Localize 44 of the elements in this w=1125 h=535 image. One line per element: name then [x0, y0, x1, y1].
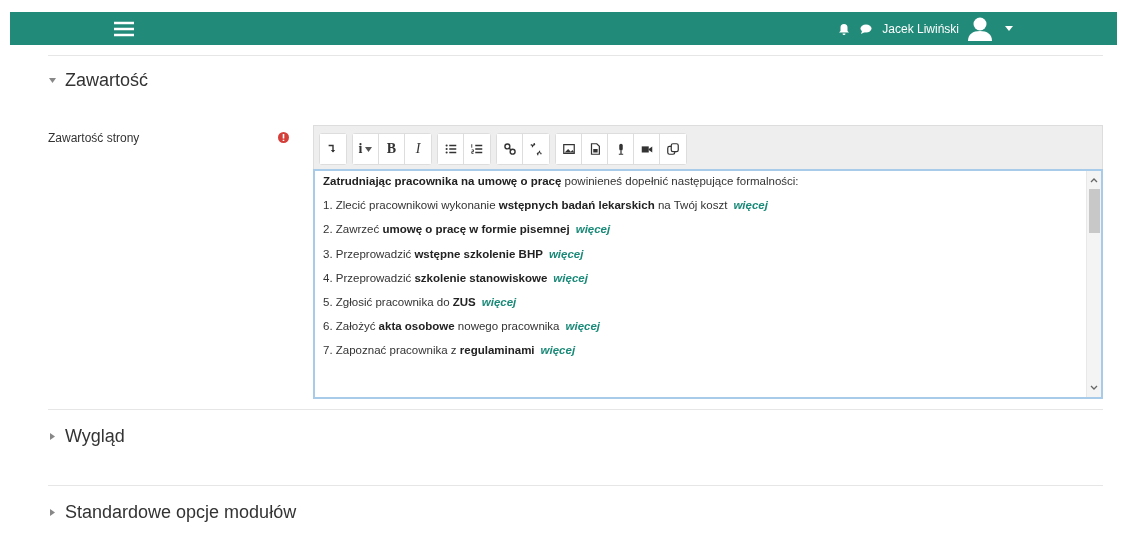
copy-icon	[666, 142, 680, 156]
paragraph: 6. Założyć akta osobowe nowego pracownika więcej	[323, 320, 602, 333]
more-link[interactable]: więcej	[733, 199, 768, 212]
paragraph: 1. Zlecić pracownikowi wykonanie wstępnych badań lekarskich na Twój koszt więcej	[323, 199, 769, 212]
expand-caret-icon[interactable]	[48, 508, 57, 517]
toolbar-button[interactable]	[438, 134, 464, 164]
caret-icon	[365, 146, 373, 152]
user-avatar-icon[interactable]	[967, 15, 993, 42]
bell-icon[interactable]	[838, 22, 851, 35]
caret-icon[interactable]	[1005, 25, 1013, 32]
unlink-icon	[529, 142, 543, 156]
collapse-caret-icon[interactable]	[48, 76, 57, 85]
section-title[interactable]: Wygląd	[65, 426, 125, 447]
scroll-up-icon[interactable]	[1090, 177, 1098, 183]
user-name[interactable]: Jacek Liwiński	[882, 21, 959, 36]
numbered-list-icon	[470, 142, 484, 156]
chat-icon[interactable]	[860, 22, 873, 35]
paragraph: Zatrudniając pracownika na umowę o pracę powinieneś dopełnić następujące formalności:	[323, 175, 800, 187]
more-link[interactable]: więcej	[553, 271, 588, 284]
expand-caret-icon[interactable]	[48, 432, 57, 441]
more-link[interactable]: więcej	[565, 320, 601, 333]
link-icon	[502, 142, 517, 156]
paragraph: 5. Zgłosić pracownika do ZUS więcej	[323, 295, 518, 308]
paragraph: 3. Przeprowadzić wstępne szkolenie BHP więcej	[323, 247, 585, 260]
paragraph: 7. Zapoznać pracownika z regulaminami więcej	[323, 344, 577, 357]
more-link[interactable]: więcej	[481, 295, 517, 308]
more-link[interactable]: więcej	[548, 247, 584, 260]
more-link[interactable]: więcej	[540, 344, 576, 357]
field-label: Zawartość strony	[48, 131, 141, 147]
paragraph-style-dropdown[interactable]: i	[353, 134, 379, 164]
menu-icon[interactable]	[114, 20, 134, 37]
image-icon	[561, 142, 576, 156]
toolbar-button[interactable]	[556, 134, 582, 164]
scroll-down-icon[interactable]	[1090, 385, 1098, 391]
section-title[interactable]: Standardowe opcje modułów	[65, 502, 297, 523]
scrollbar-thumb[interactable]	[1088, 189, 1100, 233]
editor-text-area[interactable]	[313, 169, 1103, 399]
toolbar-button[interactable]	[497, 134, 523, 164]
paragraph: 2. Zawrzeć umowę o pracę w formie pisemnej więcej	[323, 223, 612, 236]
bulleted-list-icon	[443, 142, 458, 156]
more-link[interactable]: więcej	[575, 223, 611, 236]
paragraph: 4. Przeprowadzić szkolenie stanowiskowe więcej	[323, 271, 589, 284]
section-title[interactable]: Zawartość	[65, 70, 149, 91]
scrollbar[interactable]	[1086, 171, 1101, 397]
